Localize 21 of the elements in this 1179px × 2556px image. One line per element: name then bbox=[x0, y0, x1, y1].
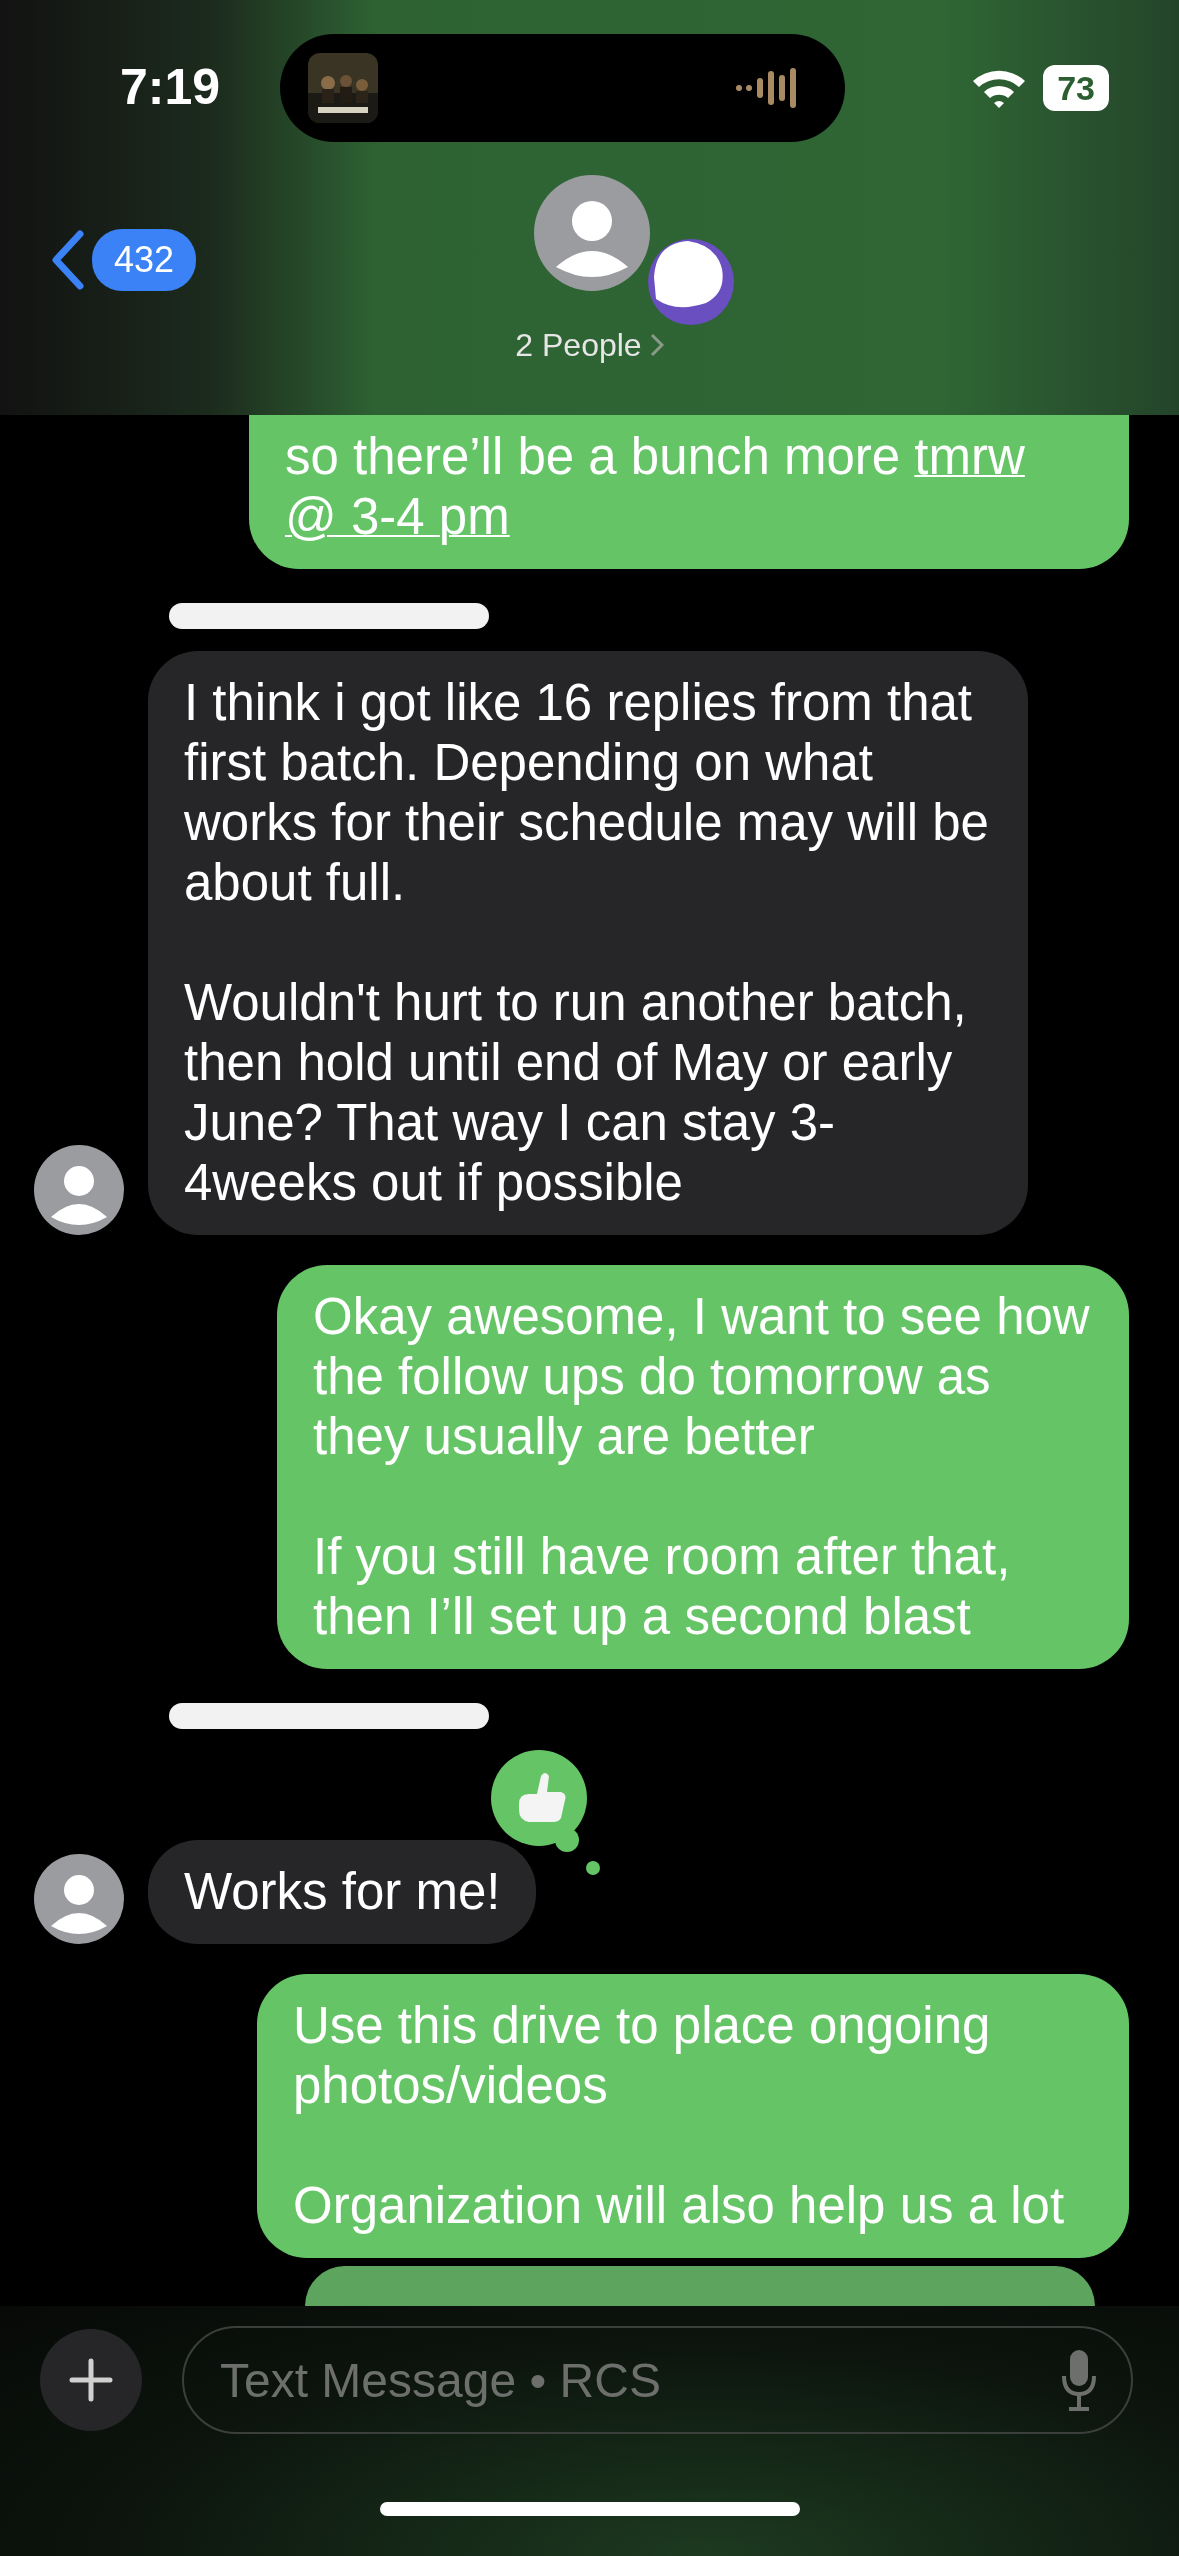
message-text: Works for me! bbox=[184, 1862, 501, 1922]
message-text: Organization will also help us a lot bbox=[293, 2176, 1066, 2236]
clock-time: 7:19 bbox=[120, 58, 222, 117]
plus-icon[interactable] bbox=[69, 2358, 113, 2402]
date-link[interactable]: tmrw bbox=[914, 428, 1025, 485]
message-text: If you still have room after that, then I’ll set up a second blast bbox=[313, 1526, 1012, 1647]
microphone-icon[interactable] bbox=[1061, 2348, 1097, 2412]
date-link[interactable]: @ 3-4 pm bbox=[285, 488, 510, 545]
message-text: Wouldn't hurt to run another batch, then hold until end of May or early June? That way I can stay 3-4weeks out if possible bbox=[184, 972, 968, 1213]
battery-level: 73 bbox=[1043, 64, 1109, 111]
message-text: Okay awesome, I want to see how the follow ups do tomorrow as they usually are better bbox=[313, 1286, 1091, 1467]
message-text: I think i got like 16 replies from that first batch. Depending on what works for their schedule may will be about full. bbox=[184, 672, 990, 913]
message-field[interactable]: Text Message • RCS bbox=[182, 2326, 1133, 2434]
avatar-icon[interactable] bbox=[645, 237, 736, 327]
avatar-icon[interactable] bbox=[34, 1144, 124, 1235]
avatar-icon[interactable] bbox=[533, 175, 650, 291]
message-text: Use this drive to place ongoing photos/videos bbox=[293, 1996, 992, 2116]
group-title[interactable]: 2 People bbox=[515, 321, 664, 369]
back-chevron-icon[interactable] bbox=[50, 230, 86, 290]
message-text: so there’ll be a bunch more tmrw @ 3-4 pm bbox=[285, 427, 1026, 547]
avatar-icon[interactable] bbox=[34, 1854, 124, 1944]
